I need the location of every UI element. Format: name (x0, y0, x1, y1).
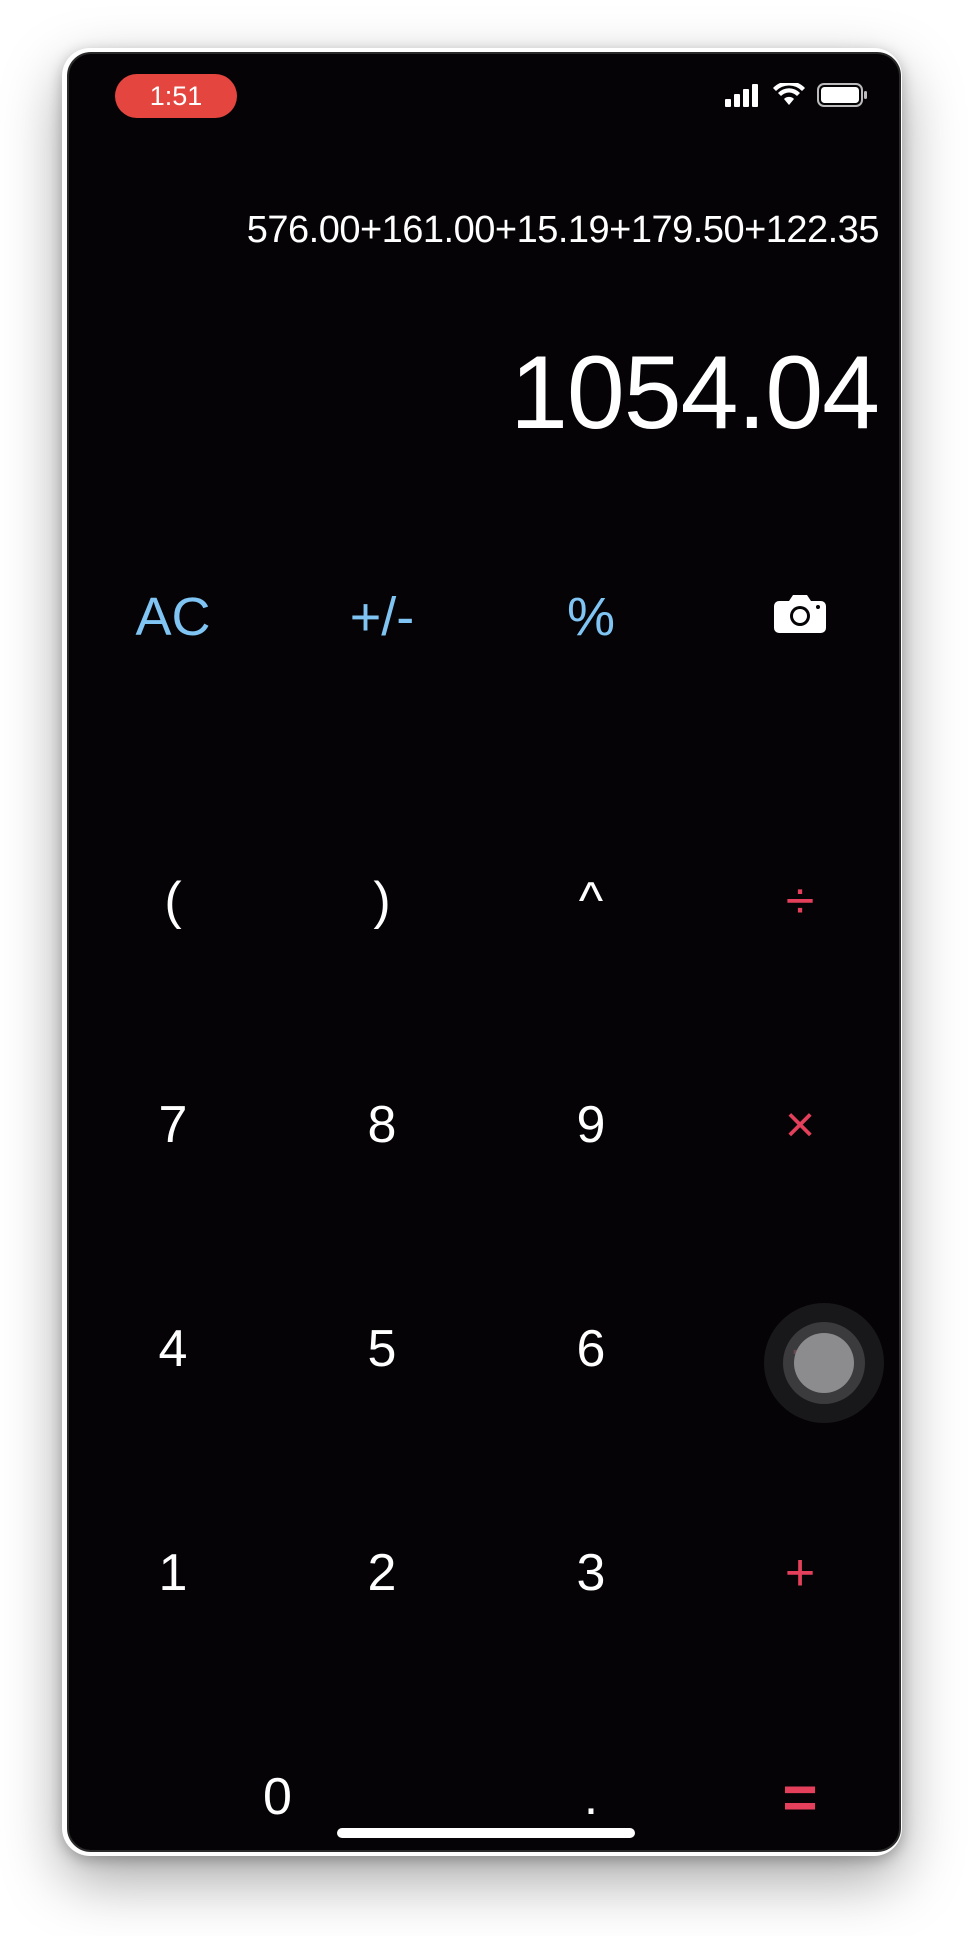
digit-2-button[interactable]: 2 (292, 1508, 472, 1638)
equals-button[interactable]: = (710, 1732, 890, 1850)
wifi-icon (773, 80, 805, 112)
digit-5-button[interactable]: 5 (292, 1284, 472, 1414)
multiply-button[interactable]: × (710, 1060, 890, 1190)
divide-button[interactable]: ÷ (710, 836, 890, 966)
digit-1-button[interactable]: 1 (83, 1508, 263, 1638)
add-button[interactable]: + (710, 1508, 890, 1638)
digit-7-button[interactable]: 7 (83, 1060, 263, 1190)
result-display: 1054.04 (510, 335, 880, 451)
digit-9-button[interactable]: 9 (501, 1060, 681, 1190)
digit-8-button[interactable]: 8 (292, 1060, 472, 1190)
calculator-screen: 1:51 576.00+161.00+15.19+179.50+122.35 1… (67, 52, 901, 1852)
open-paren-button[interactable]: ( (83, 836, 263, 966)
assistive-touch-ring (783, 1322, 865, 1404)
home-indicator[interactable] (337, 1828, 635, 1838)
digit-6-button[interactable]: 6 (501, 1284, 681, 1414)
digit-4-button[interactable]: 4 (83, 1284, 263, 1414)
assistive-touch-button[interactable] (764, 1303, 884, 1423)
digit-3-button[interactable]: 3 (501, 1508, 681, 1638)
assistive-touch-dot (794, 1333, 854, 1393)
camera-button[interactable] (710, 552, 890, 682)
expression-display: 576.00+161.00+15.19+179.50+122.35 (246, 209, 880, 251)
clear-button[interactable]: AC (83, 552, 263, 682)
power-button[interactable]: ^ (501, 836, 681, 966)
status-icons (725, 80, 869, 112)
camera-icon (773, 587, 827, 647)
status-time: 1:51 (115, 74, 237, 118)
cellular-signal-icon (725, 83, 761, 112)
battery-icon (817, 82, 869, 112)
percent-button[interactable]: % (501, 552, 681, 682)
close-paren-button[interactable]: ) (292, 836, 472, 966)
sign-toggle-button[interactable]: +/- (292, 552, 472, 682)
